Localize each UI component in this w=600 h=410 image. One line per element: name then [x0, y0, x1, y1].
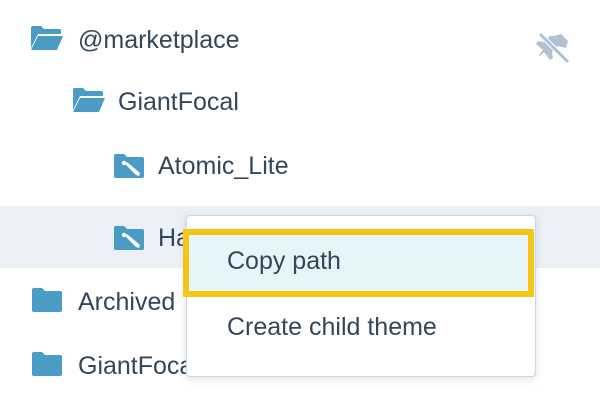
copy-path-menu-item[interactable]: Copy path — [187, 232, 535, 290]
folder-icon — [32, 352, 62, 376]
tree-item-label: Ha — [158, 224, 188, 252]
tree-item-label: GiantFocal — [78, 352, 188, 380]
folder-open-icon — [31, 26, 63, 50]
tree-item-giantfocal[interactable]: GiantFocal — [0, 70, 600, 132]
folder-open-icon — [73, 88, 105, 112]
folder-icon — [32, 288, 62, 312]
theme-folder-icon — [114, 226, 144, 250]
tree-item-marketplace[interactable]: @marketplace — [0, 8, 600, 70]
tree-item-label: Archived — [78, 288, 176, 316]
tree-item-label: GiantFocal — [118, 88, 239, 116]
tree-item-label: Atomic_Lite — [158, 152, 289, 180]
create-child-theme-menu-item[interactable]: Create child theme — [187, 298, 535, 356]
unpin-icon[interactable] — [534, 30, 574, 66]
tree-item-label: @marketplace — [78, 26, 240, 54]
theme-folder-icon — [114, 154, 144, 178]
tree-item-atomic-lite[interactable]: Atomic_Lite — [0, 134, 600, 196]
context-menu: Copy path Create child theme — [186, 215, 536, 377]
